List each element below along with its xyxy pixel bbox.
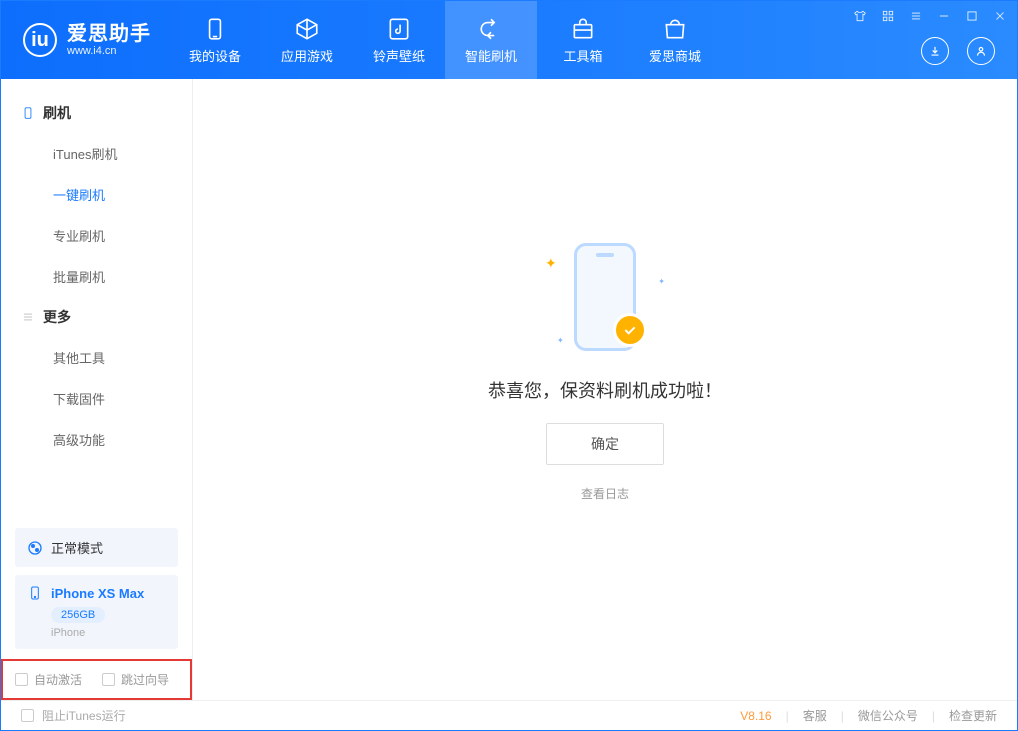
body: 刷机 iTunes刷机 一键刷机 专业刷机 批量刷机 更多 其他工具 下载固件 …: [1, 79, 1017, 700]
view-log-link[interactable]: 查看日志: [581, 485, 629, 502]
checkbox-icon: [15, 673, 28, 686]
mode-icon: [27, 540, 43, 556]
block-itunes-label[interactable]: 阻止iTunes运行: [42, 707, 126, 724]
window-controls: [853, 9, 1007, 23]
cube-icon: [294, 16, 320, 42]
minimize-icon[interactable]: [937, 9, 951, 23]
nav-tab-flash[interactable]: 智能刷机: [445, 1, 537, 79]
checkbox-icon: [102, 673, 115, 686]
phone-icon: [21, 106, 35, 120]
device-type: iPhone: [51, 627, 166, 639]
sidebar-item-download-fw[interactable]: 下载固件: [1, 378, 192, 419]
check-badge-icon: [613, 313, 647, 347]
footer-right: V8.16 | 客服 | 微信公众号 | 检查更新: [740, 707, 997, 724]
options-highlight-box: 自动激活 跳过向导: [1, 659, 192, 700]
wechat-link[interactable]: 微信公众号: [858, 707, 918, 724]
header-actions: [921, 37, 995, 65]
device-box[interactable]: iPhone XS Max 256GB iPhone: [15, 575, 178, 649]
sidebar: 刷机 iTunes刷机 一键刷机 专业刷机 批量刷机 更多 其他工具 下载固件 …: [1, 79, 193, 700]
app-name: 爱思助手: [67, 23, 151, 45]
logo-area: iu 爱思助手 www.i4.cn: [1, 1, 169, 79]
shirt-icon[interactable]: [853, 9, 867, 23]
close-icon[interactable]: [993, 9, 1007, 23]
logo-icon: iu: [23, 23, 57, 57]
store-icon: [662, 16, 688, 42]
menu-icon[interactable]: [909, 9, 923, 23]
sidebar-group-flash: 刷机: [1, 93, 192, 133]
sidebar-item-pro[interactable]: 专业刷机: [1, 215, 192, 256]
device-storage: 256GB: [51, 607, 105, 623]
mode-box[interactable]: 正常模式: [15, 528, 178, 567]
footer: 阻止iTunes运行 V8.16 | 客服 | 微信公众号 | 检查更新: [1, 700, 1017, 730]
device-icon: [202, 16, 228, 42]
nav-tab-toolbox[interactable]: 工具箱: [537, 1, 629, 79]
main-content: ✦ ✦ ✦ 恭喜您，保资料刷机成功啦！ 确定 查看日志: [193, 79, 1017, 700]
version-label: V8.16: [740, 709, 771, 723]
sidebar-item-batch[interactable]: 批量刷机: [1, 256, 192, 297]
app-url: www.i4.cn: [67, 45, 151, 57]
nav-tab-apps[interactable]: 应用游戏: [261, 1, 353, 79]
maximize-icon[interactable]: [965, 9, 979, 23]
confirm-button[interactable]: 确定: [546, 423, 664, 465]
update-link[interactable]: 检查更新: [949, 707, 997, 724]
sidebar-item-other-tools[interactable]: 其他工具: [1, 337, 192, 378]
toolbox-icon: [570, 16, 596, 42]
sparkle-icon: ✦: [658, 277, 665, 286]
grid-icon[interactable]: [881, 9, 895, 23]
device-icon: [27, 585, 43, 601]
list-icon: [21, 310, 35, 324]
success-message: 恭喜您，保资料刷机成功啦！: [488, 377, 722, 403]
music-icon: [386, 16, 412, 42]
nav-tabs: 我的设备 应用游戏 铃声壁纸 智能刷机 工具箱 爱思商城: [169, 1, 721, 79]
refresh-icon: [478, 16, 504, 42]
support-link[interactable]: 客服: [803, 707, 827, 724]
checkbox-skip-guide[interactable]: 跳过向导: [102, 671, 169, 688]
sidebar-item-oneclick[interactable]: 一键刷机: [1, 174, 192, 215]
header: iu 爱思助手 www.i4.cn 我的设备 应用游戏 铃声壁纸 智能刷机: [1, 1, 1017, 79]
sparkle-icon: ✦: [557, 336, 564, 345]
nav-tab-device[interactable]: 我的设备: [169, 1, 261, 79]
device-name: iPhone XS Max: [51, 586, 144, 601]
checkbox-auto-activate[interactable]: 自动激活: [15, 671, 82, 688]
nav-tab-ringtone[interactable]: 铃声壁纸: [353, 1, 445, 79]
sidebar-item-itunes[interactable]: iTunes刷机: [1, 133, 192, 174]
user-icon[interactable]: [967, 37, 995, 65]
checkbox-icon[interactable]: [21, 709, 34, 722]
app-window: iu 爱思助手 www.i4.cn 我的设备 应用游戏 铃声壁纸 智能刷机: [0, 0, 1018, 731]
nav-tab-store[interactable]: 爱思商城: [629, 1, 721, 79]
download-icon[interactable]: [921, 37, 949, 65]
success-graphic: ✦ ✦ ✦: [535, 237, 675, 357]
mode-label: 正常模式: [51, 538, 103, 557]
sparkle-icon: ✦: [545, 255, 557, 272]
sidebar-item-advanced[interactable]: 高级功能: [1, 419, 192, 460]
sidebar-group-more: 更多: [1, 297, 192, 337]
